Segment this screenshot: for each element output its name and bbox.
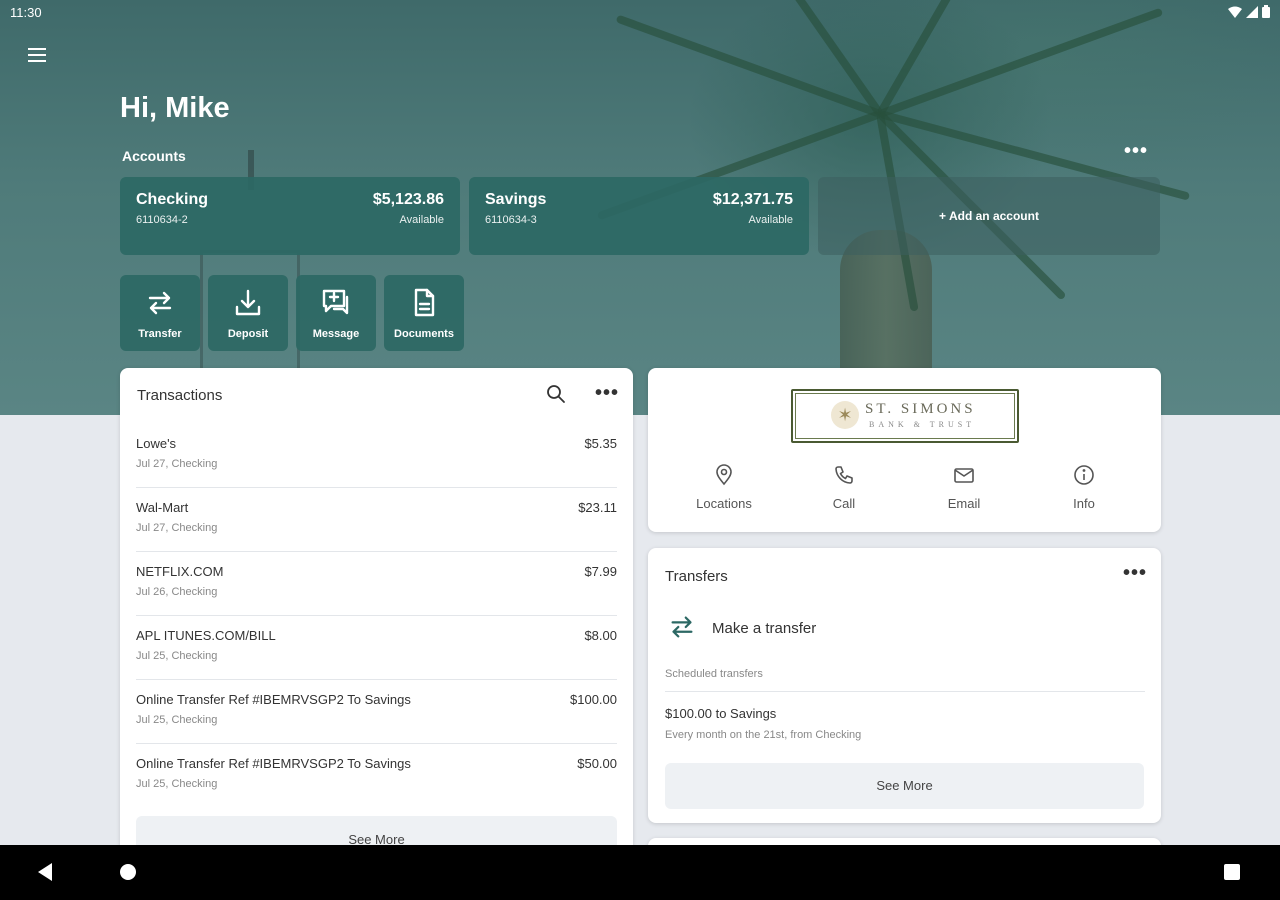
account-balance: $12,371.75 [712,191,793,208]
transaction-date: Jul 27, Checking [136,458,218,470]
deposit-icon [235,289,261,316]
info-button[interactable]: Info [1024,464,1144,511]
email-icon [954,468,974,483]
call-button[interactable]: Call [784,464,904,511]
status-bar: 11:30 [0,0,1280,26]
status-time: 11:30 [10,5,42,20]
info-icon [1074,465,1094,485]
transactions-card: Transactions ••• Lowe's Jul 27, Checking… [120,368,633,868]
quick-action-label: Documents [394,328,454,340]
transaction-date: Jul 25, Checking [136,778,218,790]
documents-button[interactable]: Documents [384,275,464,351]
message-button[interactable]: Message [296,275,376,351]
email-button[interactable]: Email [904,464,1024,511]
transaction-row[interactable]: Online Transfer Ref #IBEMRVSGP2 To Savin… [136,680,617,744]
transaction-amount: $23.11 [578,500,617,515]
transaction-name: NETFLIX.COM [136,564,224,579]
home-icon[interactable] [120,864,136,880]
account-number: 6110634-2 [136,214,188,226]
bank-action-label: Email [947,496,981,511]
transaction-date: Jul 25, Checking [136,650,218,662]
transfers-title: Transfers [665,568,728,585]
bank-action-label: Locations [696,496,752,511]
transaction-name: Wal-Mart [136,500,189,515]
account-name: Savings [485,191,547,208]
quick-action-label: Deposit [227,328,269,340]
hamburger-menu-icon[interactable] [24,44,50,68]
account-available-label: Available [748,214,793,226]
transfers-card: Transfers ••• Make a transfer Scheduled … [648,548,1161,823]
scheduled-transfer-detail: Every month on the 21st, from Checking [665,729,862,741]
signal-icon [1246,5,1258,21]
transaction-amount: $5.35 [584,436,617,451]
recent-apps-icon[interactable] [1224,864,1240,880]
locations-button[interactable]: Locations [664,464,784,511]
accounts-more-icon[interactable]: ••• [1124,140,1148,163]
transfers-more-icon[interactable]: ••• [1123,562,1147,585]
account-balance: $5,123.86 [372,191,444,208]
status-icons [1228,5,1270,21]
bank-action-label: Info [1073,496,1095,511]
transaction-amount: $8.00 [584,628,617,643]
transfer-button[interactable]: Transfer [120,275,200,351]
transaction-amount: $100.00 [570,692,617,707]
transfers-see-more-button[interactable]: See More [665,763,1144,809]
bank-card: ✶ ST. SIMONS BANK & TRUST Locations Call… [648,368,1161,532]
star-icon: ✶ [831,401,859,429]
quick-action-label: Transfer [138,328,182,340]
account-name: Checking [136,191,209,208]
account-card-savings[interactable]: Savings 6110634-3 $12,371.75 Available [469,177,809,255]
wifi-icon [1228,6,1242,21]
make-transfer-label: Make a transfer [712,620,817,637]
transaction-row[interactable]: APL ITUNES.COM/BILL Jul 25, Checking $8.… [136,616,617,680]
transaction-amount: $7.99 [584,564,617,579]
transactions-more-icon[interactable]: ••• [595,382,619,405]
divider [665,691,1145,692]
greeting: Hi, Mike [120,92,230,124]
account-available-label: Available [399,214,444,226]
android-nav-bar [0,845,1280,900]
transaction-name: Online Transfer Ref #IBEMRVSGP2 To Savin… [136,692,411,707]
bank-action-label: Call [832,496,856,511]
bank-logo-subtitle: BANK & TRUST [869,420,976,429]
bank-logo-name: ST. SIMONS [865,401,976,417]
location-pin-icon [716,464,732,486]
transaction-name: Online Transfer Ref #IBEMRVSGP2 To Savin… [136,756,411,771]
search-icon[interactable] [546,384,566,404]
bank-logo: ✶ ST. SIMONS BANK & TRUST [791,389,1019,443]
transaction-row[interactable]: Lowe's Jul 27, Checking $5.35 [136,424,617,488]
transfer-icon [148,291,172,315]
transaction-date: Jul 25, Checking [136,714,218,726]
transaction-amount: $50.00 [577,756,617,771]
transaction-date: Jul 27, Checking [136,522,218,534]
transaction-row[interactable]: Wal-Mart Jul 27, Checking $23.11 [136,488,617,552]
transfer-icon [671,616,693,638]
transaction-row[interactable]: NETFLIX.COM Jul 26, Checking $7.99 [136,552,617,616]
scheduled-transfers-label: Scheduled transfers [665,668,763,680]
scheduled-transfer-title[interactable]: $100.00 to Savings [665,706,776,721]
message-icon [322,289,349,315]
documents-icon [414,288,435,317]
accounts-label: Accounts [122,148,186,164]
transactions-title: Transactions [137,387,223,404]
make-transfer-button[interactable]: Make a transfer [665,608,1145,648]
transaction-name: Lowe's [136,436,177,451]
add-account-button[interactable]: + Add an account [818,177,1160,255]
transaction-date: Jul 26, Checking [136,586,218,598]
transaction-row[interactable]: Online Transfer Ref #IBEMRVSGP2 To Savin… [136,744,617,808]
deposit-button[interactable]: Deposit [208,275,288,351]
phone-icon [835,466,853,484]
transaction-name: APL ITUNES.COM/BILL [136,628,276,643]
quick-action-label: Message [312,328,360,340]
account-card-checking[interactable]: Checking 6110634-2 $5,123.86 Available [120,177,460,255]
battery-icon [1262,5,1270,21]
back-icon[interactable] [38,863,52,881]
account-number: 6110634-3 [485,214,537,226]
